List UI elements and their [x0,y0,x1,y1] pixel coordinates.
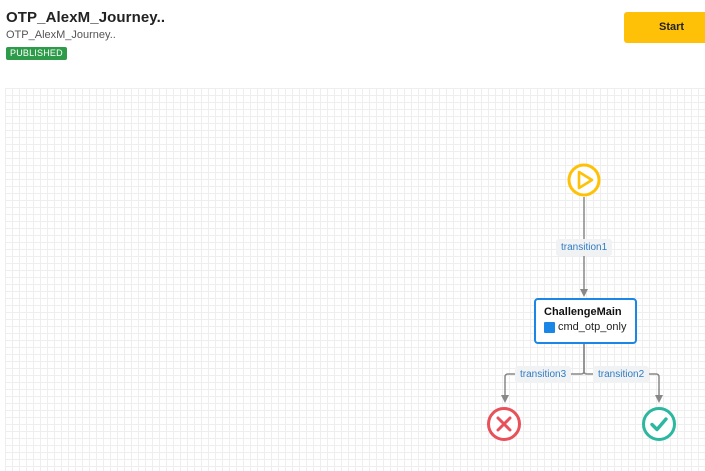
end-success-node[interactable] [641,406,677,442]
play-icon [567,163,601,197]
transition-label-1[interactable]: transition1 [556,239,613,256]
start-node[interactable] [567,163,601,197]
start-button[interactable]: Start [624,12,705,43]
transition-label-3[interactable]: transition3 [515,366,572,383]
transition-label-2[interactable]: transition2 [593,366,650,383]
journey-header: OTP_AlexM_Journey.. OTP_AlexM_Journey.. … [0,0,705,84]
challenge-node[interactable]: ChallengeMain cmd_otp_only [534,298,637,344]
check-icon [642,407,676,441]
start-button-label: Start [659,21,685,33]
challenge-node-title: ChallengeMain [544,306,622,318]
command-square-icon [544,322,555,333]
status-badge: PUBLISHED [6,47,67,60]
journey-subtitle: OTP_AlexM_Journey.. [6,29,116,41]
x-icon [487,407,521,441]
flow-canvas[interactable]: transition1 transition3 transition2 Chal… [5,88,705,471]
flow-connectors [501,197,663,403]
journey-title: OTP_AlexM_Journey.. [6,9,166,26]
journey-editor: OTP_AlexM_Journey.. OTP_AlexM_Journey.. … [0,0,705,471]
end-failure-node[interactable] [486,406,522,442]
challenge-node-command: cmd_otp_only [558,321,627,333]
